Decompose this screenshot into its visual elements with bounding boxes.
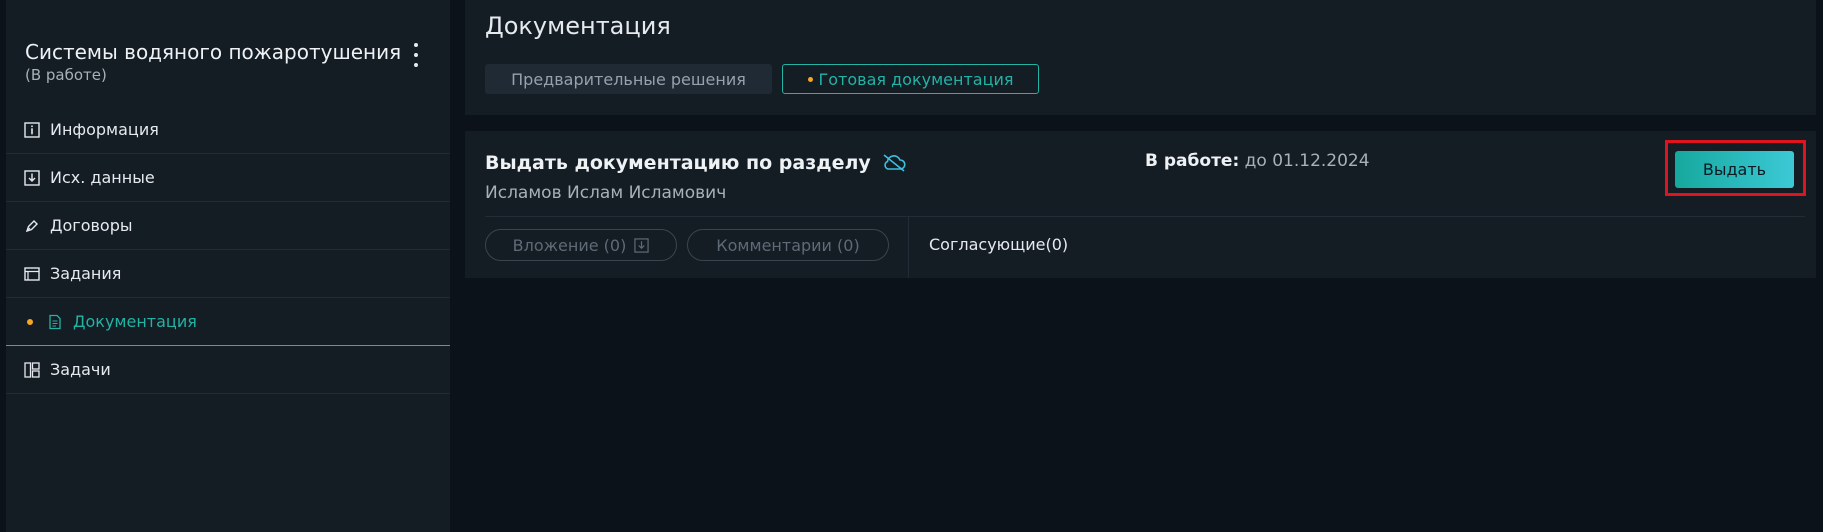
sidebar-item-label: Информация <box>50 120 159 139</box>
sidebar-item-label: Документация <box>73 312 197 331</box>
sidebar-item-label: Задания <box>50 264 122 283</box>
sidebar: Системы водяного пожаротушения (В работе… <box>6 0 450 532</box>
document-icon <box>47 314 63 330</box>
page-title: Документация <box>485 12 671 40</box>
tab-ready-documentation[interactable]: Готовая документация <box>782 64 1039 94</box>
task-title-text: Выдать документацию по разделу <box>485 152 871 174</box>
sidebar-item-tasks[interactable]: Задачи <box>6 346 450 394</box>
cloud-off-icon <box>881 153 907 173</box>
project-status: (В работе) <box>25 66 107 84</box>
window-icon <box>24 266 40 282</box>
task-status: В работе: до 01.12.2024 <box>1145 151 1370 171</box>
tab-label: Готовая документация <box>818 69 1014 89</box>
download-icon <box>24 169 40 186</box>
status-label: В работе: <box>1145 151 1240 171</box>
info-icon <box>24 121 40 138</box>
attachments-label: Вложение (0) <box>512 235 627 255</box>
task-card: Выдать документацию по разделу Исламов И… <box>465 131 1816 278</box>
approvers-label: Согласующие(0) <box>929 235 1069 254</box>
divider <box>485 216 1805 217</box>
sidebar-item-documentation[interactable]: Документация <box>6 298 450 346</box>
active-dot <box>807 76 813 82</box>
attachments-button[interactable]: Вложение (0) <box>485 229 677 261</box>
tab-label: Предварительные решения <box>511 69 746 89</box>
sidebar-item-source-data[interactable]: Исх. данные <box>6 154 450 202</box>
sidebar-item-label: Договоры <box>50 216 133 235</box>
comments-button[interactable]: Комментарии (0) <box>687 229 889 261</box>
project-title: Системы водяного пожаротушения <box>25 40 402 64</box>
pen-icon <box>24 218 40 234</box>
layout-icon <box>24 361 40 378</box>
issue-button[interactable]: Выдать <box>1675 151 1794 188</box>
status-deadline: до 01.12.2024 <box>1244 151 1370 171</box>
sidebar-item-contracts[interactable]: Договоры <box>6 202 450 250</box>
sidebar-item-label: Задачи <box>50 360 111 379</box>
attach-download-icon <box>634 237 650 253</box>
comments-label: Комментарии (0) <box>716 235 860 255</box>
sidebar-item-tasks-assignments[interactable]: Задания <box>6 250 450 298</box>
active-dot <box>27 318 33 325</box>
sidebar-nav: Информация Исх. данные Договоры Задания <box>6 106 450 394</box>
sidebar-item-info[interactable]: Информация <box>6 106 450 154</box>
divider <box>908 217 909 278</box>
sidebar-item-label: Исх. данные <box>50 168 155 187</box>
assignee-name: Исламов Ислам Исламович <box>485 183 727 203</box>
header-panel: Документация Предварительные решения Гот… <box>465 0 1816 115</box>
task-title: Выдать документацию по разделу <box>485 152 907 174</box>
tab-preliminary-solutions[interactable]: Предварительные решения <box>485 64 772 94</box>
kebab-menu-icon[interactable] <box>410 43 422 67</box>
